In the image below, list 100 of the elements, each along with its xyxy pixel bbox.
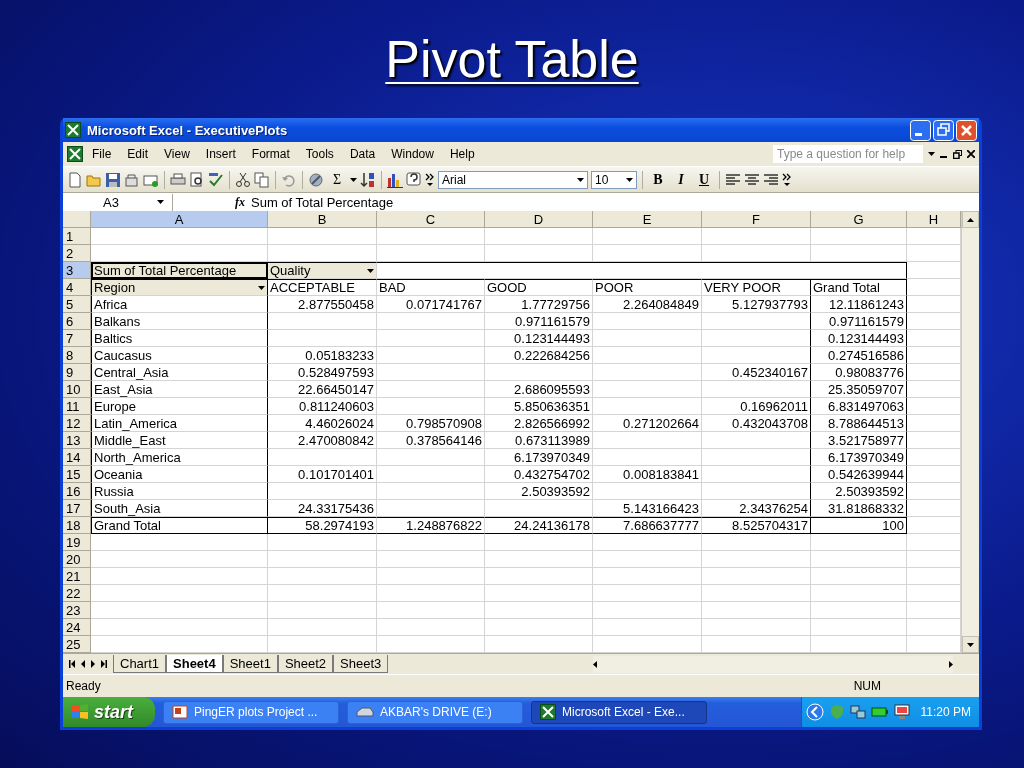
column-header[interactable]: G bbox=[811, 211, 907, 228]
empty-cell[interactable] bbox=[702, 313, 811, 330]
dropdown-caret-icon[interactable] bbox=[367, 268, 374, 273]
menu-item[interactable]: Format bbox=[244, 145, 297, 163]
save-icon[interactable] bbox=[105, 171, 121, 188]
empty-cell[interactable] bbox=[485, 262, 593, 279]
align-center-icon[interactable] bbox=[744, 171, 760, 188]
align-left-icon[interactable] bbox=[725, 171, 741, 188]
column-header[interactable]: F bbox=[702, 211, 811, 228]
first-sheet-icon[interactable] bbox=[69, 660, 75, 668]
row-header[interactable]: 18 bbox=[63, 517, 91, 534]
taskbar-button[interactable]: AKBAR's DRIVE (E:) bbox=[347, 700, 523, 724]
last-sheet-icon[interactable] bbox=[101, 660, 107, 668]
taskbar-button[interactable]: Microsoft Excel - Exe... bbox=[531, 700, 707, 724]
print-icon[interactable] bbox=[170, 171, 186, 188]
empty-cell[interactable] bbox=[702, 466, 811, 483]
row-header[interactable]: 22 bbox=[63, 585, 91, 602]
battery-icon[interactable] bbox=[870, 706, 889, 718]
vertical-scrollbar[interactable] bbox=[961, 211, 979, 653]
row-header[interactable]: 19 bbox=[63, 534, 91, 551]
row-header[interactable]: 15 bbox=[63, 466, 91, 483]
column-header[interactable]: C bbox=[377, 211, 485, 228]
row-header[interactable]: 9 bbox=[63, 364, 91, 381]
scroll-down-icon[interactable] bbox=[967, 642, 974, 647]
chart-icon[interactable] bbox=[387, 171, 403, 188]
column-header[interactable]: D bbox=[485, 211, 593, 228]
name-box[interactable]: A3 bbox=[63, 193, 173, 211]
pivot-field-button[interactable]: Region bbox=[91, 279, 268, 296]
sort-ascending-icon[interactable] bbox=[360, 171, 376, 188]
menu-item[interactable]: View bbox=[157, 145, 197, 163]
empty-cell[interactable] bbox=[702, 381, 811, 398]
font-name-field[interactable]: Arial bbox=[438, 170, 588, 189]
taskbar-button[interactable]: PingER plots Project ... bbox=[163, 700, 339, 724]
menu-item[interactable]: Window bbox=[384, 145, 441, 163]
empty-cell[interactable] bbox=[702, 449, 811, 466]
dropdown-caret-icon[interactable] bbox=[626, 177, 633, 182]
horizontal-scrollbar[interactable] bbox=[593, 655, 953, 673]
row-header[interactable]: 4 bbox=[63, 279, 91, 296]
align-right-icon[interactable] bbox=[763, 171, 779, 188]
empty-cell[interactable] bbox=[702, 347, 811, 364]
cut-icon[interactable] bbox=[235, 171, 251, 188]
autosum-button[interactable]: Σ bbox=[327, 169, 347, 190]
sheet-tab[interactable]: Sheet4 bbox=[166, 655, 223, 673]
sheet-tab[interactable]: Chart1 bbox=[113, 655, 167, 673]
row-header[interactable]: 8 bbox=[63, 347, 91, 364]
dropdown-caret-icon[interactable] bbox=[258, 285, 265, 290]
help-search-field[interactable]: Type a question for help bbox=[773, 145, 923, 163]
empty-cell[interactable] bbox=[702, 262, 811, 279]
row-header[interactable]: 14 bbox=[63, 449, 91, 466]
copy-icon[interactable] bbox=[254, 171, 270, 188]
empty-cell[interactable] bbox=[702, 330, 811, 347]
pivot-field-button[interactable]: Quality bbox=[268, 262, 377, 279]
row-header[interactable]: 3 bbox=[63, 262, 91, 279]
scroll-left-icon[interactable] bbox=[593, 660, 597, 668]
menu-item[interactable]: Help bbox=[442, 145, 482, 163]
row-header[interactable]: 16 bbox=[63, 483, 91, 500]
column-header[interactable]: B bbox=[268, 211, 377, 228]
column-header[interactable]: A bbox=[91, 211, 268, 228]
show-hidden-icons-icon[interactable] bbox=[805, 703, 824, 721]
row-header[interactable]: 25 bbox=[63, 636, 91, 653]
insert-function-button[interactable]: fx bbox=[235, 194, 245, 210]
row-header[interactable]: 10 bbox=[63, 381, 91, 398]
row-header[interactable]: 20 bbox=[63, 551, 91, 568]
start-button[interactable]: start bbox=[63, 697, 155, 727]
select-all-button[interactable] bbox=[63, 211, 91, 228]
font-size-field[interactable]: 10 bbox=[591, 170, 637, 189]
sheet-tab[interactable]: Sheet2 bbox=[277, 655, 334, 673]
autosum-dropdown-icon[interactable] bbox=[350, 177, 357, 182]
row-header[interactable]: 11 bbox=[63, 398, 91, 415]
scroll-up-icon[interactable] bbox=[967, 217, 974, 222]
close-icon[interactable] bbox=[967, 150, 975, 158]
sheet-tab[interactable]: Sheet3 bbox=[333, 655, 389, 673]
empty-cell[interactable] bbox=[593, 262, 702, 279]
row-header[interactable]: 13 bbox=[63, 432, 91, 449]
row-header[interactable]: 12 bbox=[63, 415, 91, 432]
previous-sheet-icon[interactable] bbox=[81, 660, 85, 668]
scroll-right-icon[interactable] bbox=[949, 660, 953, 668]
column-header[interactable]: H bbox=[907, 211, 961, 228]
row-header[interactable]: 23 bbox=[63, 602, 91, 619]
print-preview-icon[interactable] bbox=[189, 171, 205, 188]
new-document-icon[interactable] bbox=[67, 171, 83, 188]
bold-button[interactable]: B bbox=[648, 169, 668, 190]
dropdown-caret-icon[interactable] bbox=[577, 177, 584, 182]
menu-item[interactable]: Tools bbox=[298, 145, 341, 163]
spelling-icon[interactable] bbox=[208, 171, 224, 188]
sheet-tab[interactable]: Sheet1 bbox=[222, 655, 278, 673]
row-header[interactable]: 24 bbox=[63, 619, 91, 636]
network-icon[interactable] bbox=[849, 704, 866, 720]
row-header[interactable]: 5 bbox=[63, 296, 91, 313]
row-header[interactable]: 6 bbox=[63, 313, 91, 330]
empty-cell[interactable] bbox=[702, 483, 811, 500]
italic-button[interactable]: I bbox=[671, 169, 691, 190]
row-header[interactable]: 2 bbox=[63, 245, 91, 262]
empty-cell[interactable] bbox=[702, 432, 811, 449]
dropdown-caret-icon[interactable] bbox=[157, 200, 164, 204]
next-sheet-icon[interactable] bbox=[91, 660, 95, 668]
toolbar-options-icon[interactable] bbox=[425, 172, 435, 187]
help-icon[interactable] bbox=[406, 171, 422, 188]
help-dropdown-icon[interactable] bbox=[928, 152, 935, 156]
menu-item[interactable]: Insert bbox=[198, 145, 243, 163]
